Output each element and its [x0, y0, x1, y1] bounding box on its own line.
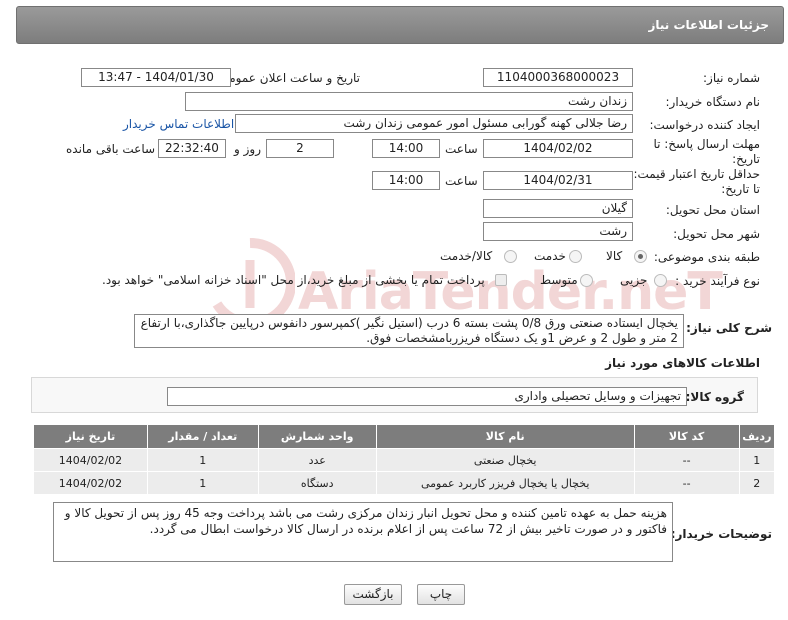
summary-field: یخچال ایستاده صنعتی ورق 0/8 پشت بسته 6 د…	[134, 314, 684, 348]
col-item-code: کد کالا	[633, 424, 740, 449]
buyer-org-field: زندان رشت	[185, 92, 633, 111]
treasury-payment-note: پرداخت تمام یا بخشی از مبلغ خرید،از محل …	[102, 273, 485, 287]
item-code: --	[633, 448, 740, 472]
remaining-time-field: 22:32:40	[158, 139, 226, 158]
need-number-label: شماره نیاز:	[703, 71, 760, 85]
announce-datetime-label: تاریخ و ساعت اعلان عمومی:	[215, 71, 360, 85]
buyer-notes-label: توضیحات خریدار:	[670, 527, 772, 541]
reply-deadline-label: مهلت ارسال پاسخ: تا تاریخ:	[653, 137, 760, 167]
delivery-city-field: رشت	[483, 222, 633, 241]
category-option-goods: کالا	[606, 249, 623, 263]
print-button[interactable]: چاپ	[417, 584, 465, 605]
goods-group-label: گروه کالا:	[685, 390, 744, 404]
item-quantity: 1	[146, 448, 259, 472]
requester-label: ایجاد کننده درخواست:	[649, 118, 760, 132]
item-name: یخچال یا یخچال فریزر کاربرد عمومی	[375, 471, 635, 495]
table-row: 2 -- یخچال یا یخچال فریزر کاربرد عمومی د…	[33, 471, 776, 495]
item-quantity: 1	[146, 471, 259, 495]
watermark-text: AriaTender.neT	[298, 262, 723, 322]
purchase-type-option-minor: جزیی	[620, 273, 648, 287]
purchase-type-radio-minor[interactable]	[654, 274, 667, 287]
delivery-province-field: گیلان	[483, 199, 633, 218]
goods-group-field: تجهیزات و وسایل تحصیلی واداری	[167, 387, 687, 406]
goods-table-header: ردیف کد کالا نام کالا واحد شمارش تعداد /…	[33, 424, 776, 449]
row-number: 2	[738, 471, 776, 495]
purchase-type-label: نوع فرآیند خرید :	[675, 274, 760, 288]
page-title: جزئیات اطلاعات نیاز	[648, 18, 769, 32]
remaining-time-label: ساعت باقی مانده	[66, 142, 156, 156]
col-quantity: تعداد / مقدار	[146, 424, 259, 449]
category-radio-goods[interactable]	[634, 250, 647, 263]
summary-label: شرح کلی نیاز:	[686, 321, 772, 335]
col-item-name: نام کالا	[375, 424, 635, 449]
reply-deadline-time-label: ساعت	[445, 142, 478, 156]
requester-field: رضا جلالی کهنه گورابی مسئول امور عمومی ز…	[235, 114, 633, 133]
delivery-province-label: استان محل تحویل:	[665, 203, 760, 217]
col-unit: واحد شمارش	[257, 424, 377, 449]
goods-table: ردیف کد کالا نام کالا واحد شمارش تعداد /…	[33, 424, 776, 495]
purchase-type-option-medium: متوسط	[540, 273, 578, 287]
back-button[interactable]: بازگشت	[344, 584, 402, 605]
price-validity-label-line2: تا تاریخ:	[721, 182, 760, 196]
item-need-date: 1404/02/02	[33, 471, 148, 495]
reply-deadline-date-field: 1404/02/02	[483, 139, 633, 158]
row-number: 1	[738, 448, 776, 472]
category-label: طبقه بندی موضوعی:	[653, 250, 760, 264]
item-need-date: 1404/02/02	[33, 448, 148, 472]
need-number-field: 1104000368000023	[483, 68, 633, 87]
table-row: 1 -- یخچال صنعتی عدد 1 1404/02/02	[33, 448, 776, 472]
goods-section-title: اطلاعات کالاهای مورد نیاز	[605, 356, 760, 370]
reply-days-field: 2	[266, 139, 334, 158]
price-validity-label-line1: حداقل تاریخ اعتبار قیمت:	[633, 167, 760, 181]
page-header: جزئیات اطلاعات نیاز	[16, 6, 784, 44]
buyer-contact-link[interactable]: اطلاعات تماس خریدار	[123, 117, 234, 131]
category-option-service: خدمت	[534, 249, 566, 263]
item-name: یخچال صنعتی	[375, 448, 635, 472]
category-radio-goods-service[interactable]	[504, 250, 517, 263]
price-validity-time-label: ساعت	[445, 174, 478, 188]
item-unit: عدد	[257, 448, 377, 472]
reply-deadline-time-field: 14:00	[372, 139, 440, 158]
price-validity-date-field: 1404/02/31	[483, 171, 633, 190]
price-validity-label: حداقل تاریخ اعتبار قیمت: تا تاریخ:	[633, 167, 760, 197]
reply-deadline-label-line2: تاریخ:	[732, 152, 760, 166]
buyer-org-label: نام دستگاه خریدار:	[665, 95, 761, 109]
announce-datetime-field: 1404/01/30 - 13:47	[81, 68, 231, 87]
reply-deadline-label-line1: مهلت ارسال پاسخ: تا	[653, 137, 760, 151]
purchase-type-radio-medium[interactable]	[580, 274, 593, 287]
category-radio-service[interactable]	[569, 250, 582, 263]
price-validity-time-field: 14:00	[372, 171, 440, 190]
treasury-payment-checkbox[interactable]	[495, 274, 507, 286]
category-option-goods-service: کالا/خدمت	[440, 249, 493, 263]
buyer-notes-field: هزینه حمل به عهده تامین کننده و محل تحوی…	[53, 502, 673, 562]
col-row-number: ردیف	[738, 424, 776, 449]
item-unit: دستگاه	[257, 471, 377, 495]
reply-days-label: روز و	[234, 142, 261, 156]
col-need-date: تاریخ نیاز	[33, 424, 148, 449]
delivery-city-label: شهر محل تحویل:	[673, 227, 760, 241]
item-code: --	[633, 471, 740, 495]
